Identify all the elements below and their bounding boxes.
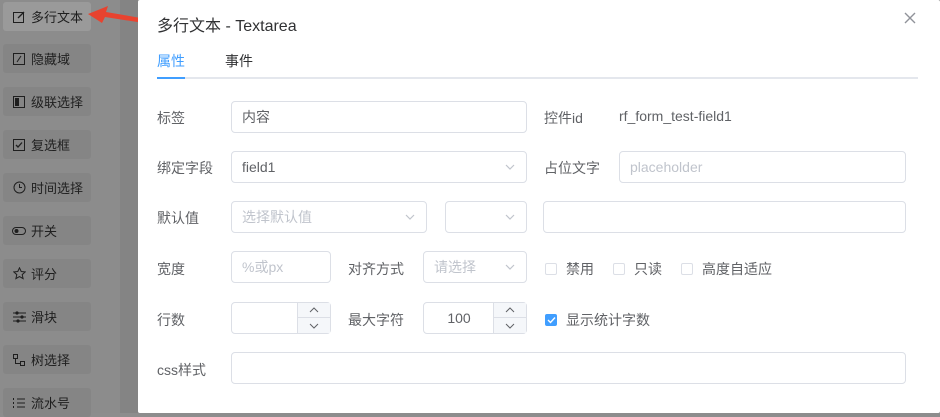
palette-item-label: 开关 — [31, 224, 58, 239]
label-field-label: 标签 — [157, 110, 185, 126]
dialog-title: 多行文本 - Textarea — [157, 18, 297, 35]
palette-item-label: 复选框 — [31, 138, 71, 153]
palette-item-cascader[interactable]: 级联选择 — [3, 87, 91, 116]
width-label: 宽度 — [157, 261, 185, 277]
palette-item-hidden[interactable]: 隐藏域 — [3, 44, 91, 73]
bind-field-label: 绑定字段 — [157, 160, 213, 176]
increase-icon[interactable] — [494, 303, 526, 318]
panel-divider — [120, 0, 138, 413]
checkbox-box — [545, 263, 557, 275]
default-value-label: 默认值 — [157, 210, 199, 226]
rows-stepper[interactable] — [231, 302, 331, 334]
palette-item-label: 多行文本 — [31, 10, 84, 25]
bind-field-value: field1 — [242, 159, 276, 175]
decrease-icon[interactable] — [494, 318, 526, 333]
chevron-down-icon — [504, 211, 516, 223]
default-value-select[interactable]: 选择默认值 — [231, 201, 427, 233]
bind-field-select[interactable]: field1 — [231, 151, 527, 183]
palette-item-tree[interactable]: 树选择 — [3, 345, 91, 374]
increase-icon[interactable] — [298, 303, 330, 318]
css-style-label: css样式 — [157, 362, 206, 378]
label-input[interactable]: 内容 — [231, 101, 527, 133]
disabled-checkbox[interactable]: 禁用 — [545, 259, 594, 279]
edit-icon — [12, 10, 26, 24]
palette-item-label: 评分 — [31, 267, 58, 282]
palette-item-checkbox[interactable]: 复选框 — [3, 130, 91, 159]
align-select[interactable]: 请选择 — [423, 251, 527, 283]
hidden-field-icon — [12, 52, 26, 66]
palette-item-rate[interactable]: 评分 — [3, 259, 91, 288]
tab-properties[interactable]: 属性 — [157, 51, 185, 71]
clock-icon — [12, 181, 26, 195]
disabled-checkbox-label: 禁用 — [566, 261, 594, 277]
chevron-down-icon — [504, 161, 516, 173]
slider-icon — [12, 310, 26, 324]
default-type-select[interactable] — [445, 201, 527, 233]
palette-item-label: 时间选择 — [31, 181, 84, 196]
maxlength-stepper[interactable]: 100 — [423, 302, 527, 334]
palette-item-switch[interactable]: 开关 — [3, 216, 91, 245]
width-input-placeholder: %或px — [242, 259, 284, 275]
properties-dialog: 多行文本 - Textarea 属性 事件 标签 内容 控件id rf_form… — [138, 0, 940, 413]
maxlength-value[interactable]: 100 — [424, 303, 494, 333]
align-label: 对齐方式 — [348, 261, 404, 277]
cascader-icon — [12, 95, 26, 109]
palette-item-time[interactable]: 时间选择 — [3, 173, 91, 202]
list-icon — [12, 396, 26, 410]
autosize-checkbox-label: 高度自适应 — [702, 261, 772, 277]
tab-events[interactable]: 事件 — [225, 51, 253, 71]
chevron-down-icon — [404, 211, 416, 223]
active-tab-indicator — [157, 77, 185, 79]
palette-item-label: 级联选择 — [31, 95, 84, 110]
dialog-tabs: 属性 事件 — [157, 44, 918, 79]
css-style-input[interactable] — [231, 352, 906, 384]
default-value-placeholder: 选择默认值 — [242, 209, 312, 225]
show-count-checkbox[interactable]: 显示统计字数 — [545, 310, 650, 330]
readonly-checkbox-label: 只读 — [634, 261, 662, 277]
palette-item-label: 流水号 — [31, 396, 71, 411]
readonly-checkbox[interactable]: 只读 — [613, 259, 662, 279]
rows-value[interactable] — [232, 303, 298, 333]
maxlength-label: 最大字符 — [348, 312, 404, 328]
show-count-checkbox-label: 显示统计字数 — [566, 312, 650, 328]
palette-item-slider[interactable]: 滑块 — [3, 302, 91, 331]
checkbox-box — [613, 263, 625, 275]
label-input-value: 内容 — [242, 109, 270, 125]
star-icon — [12, 267, 26, 281]
switch-icon — [12, 224, 26, 238]
chevron-down-icon — [504, 261, 516, 273]
decrease-icon[interactable] — [298, 318, 330, 333]
checkbox-checked-icon — [545, 314, 557, 326]
placeholder-label: 占位文字 — [544, 160, 600, 176]
checkbox-box — [681, 263, 693, 275]
control-id-value: rf_form_test-field1 — [619, 108, 732, 124]
palette-item-label: 隐藏域 — [31, 52, 71, 67]
close-icon[interactable] — [902, 10, 918, 26]
autosize-checkbox[interactable]: 高度自适应 — [681, 259, 772, 279]
width-input[interactable]: %或px — [231, 251, 331, 283]
palette-item-label: 树选择 — [31, 353, 71, 368]
component-palette: 多行文本 隐藏域 级联选择 复选框 时间选择 开关 评分 滑块 树选择 流水号 — [0, 0, 120, 417]
placeholder-input[interactable]: placeholder — [619, 151, 906, 183]
checkbox-icon — [12, 138, 26, 152]
align-select-placeholder: 请选择 — [434, 259, 476, 275]
default-value-input[interactable] — [543, 201, 906, 233]
placeholder-input-placeholder: placeholder — [630, 159, 703, 175]
maxlength-stepper-controls — [493, 303, 526, 333]
palette-item-textarea[interactable]: 多行文本 — [3, 2, 91, 31]
control-id-label: 控件id — [544, 110, 583, 126]
tree-icon — [12, 353, 26, 367]
rows-stepper-controls — [297, 303, 330, 333]
rows-label: 行数 — [157, 312, 185, 328]
palette-item-label: 滑块 — [31, 310, 58, 325]
